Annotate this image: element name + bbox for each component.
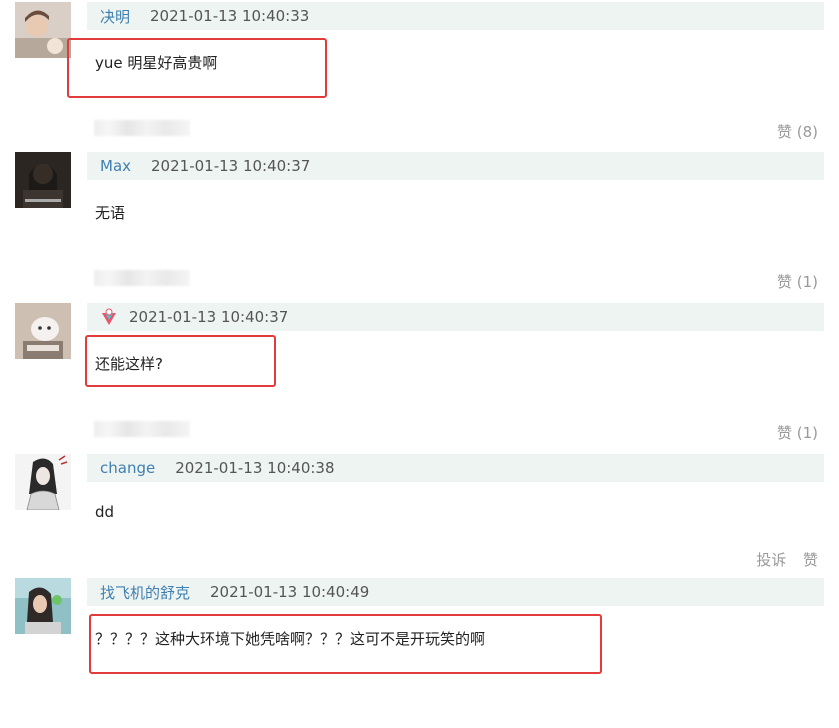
report-button[interactable]: 投诉 [756,551,786,569]
avatar[interactable] [15,2,71,58]
avatar[interactable] [15,578,71,634]
comment-header: 决明 2021-01-13 10:40:33 [87,2,824,30]
avatar[interactable] [15,152,71,208]
like-button[interactable]: 赞 (1) [777,271,818,292]
comment-header: Max 2021-01-13 10:40:37 [87,152,824,180]
avatar[interactable] [15,303,71,359]
timestamp: 2021-01-13 10:40:38 [175,459,335,477]
comment-actions: 投诉 赞 [744,549,818,570]
like-button[interactable]: 赞 [803,551,818,569]
blurred-reply-placeholder [94,270,190,286]
comment-text: 无语 [95,204,126,222]
like-button[interactable]: 赞 (8) [777,121,818,142]
blurred-reply-placeholder [94,421,190,437]
highlight-box [85,335,276,387]
timestamp: 2021-01-13 10:40:37 [151,157,311,175]
avatar[interactable] [15,454,71,510]
vip-badge-icon [102,308,116,325]
username[interactable]: change [100,459,155,477]
timestamp: 2021-01-13 10:40:49 [210,583,370,601]
highlight-box [67,38,327,98]
comment-item: 找飞机的舒克 2021-01-13 10:40:49 ？？？？这种大环境下她凭啥… [0,578,839,728]
blurred-reply-placeholder [94,120,190,136]
username[interactable]: 决明 [100,6,130,27]
username[interactable]: 找飞机的舒克 [100,582,190,603]
comment-header: 找飞机的舒克 2021-01-13 10:40:49 [87,578,824,606]
comment-item: 决明 2021-01-13 10:40:33 yue 明星好高贵啊 赞 (8) [0,2,839,152]
comment-header: change 2021-01-13 10:40:38 [87,454,824,482]
comment-text: dd [95,503,115,521]
comment-header: 2021-01-13 10:40:37 [87,303,824,331]
timestamp: 2021-01-13 10:40:37 [129,308,289,326]
username[interactable]: Max [100,157,131,175]
highlight-box [89,614,602,674]
comment-item: Max 2021-01-13 10:40:37 无语 赞 (1) [0,152,839,302]
timestamp: 2021-01-13 10:40:33 [150,7,310,25]
comment-item: 2021-01-13 10:40:37 还能这样? 赞 (1) [0,303,839,453]
like-button[interactable]: 赞 (1) [777,422,818,443]
